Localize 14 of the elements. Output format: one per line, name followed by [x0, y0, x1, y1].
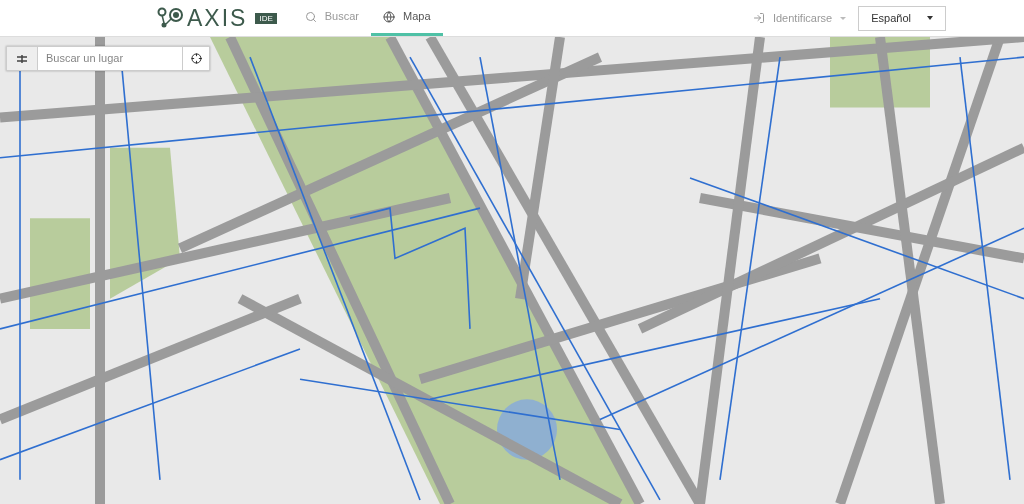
place-search-field[interactable]: Buscar un lugar — [38, 46, 182, 71]
search-icon — [304, 10, 317, 23]
filter-button[interactable] — [6, 46, 38, 71]
language-select[interactable]: Español — [858, 5, 946, 31]
sliders-icon — [17, 53, 27, 64]
locate-button[interactable] — [182, 46, 210, 71]
logo-text: AXIS — [187, 6, 248, 30]
logo-icon — [157, 7, 183, 29]
login-icon — [752, 12, 765, 24]
caret-icon — [840, 16, 847, 20]
crosshair-icon — [190, 53, 202, 64]
caret-icon — [927, 16, 933, 20]
globe-icon — [383, 10, 395, 23]
logo-badge: IDE — [255, 12, 277, 24]
